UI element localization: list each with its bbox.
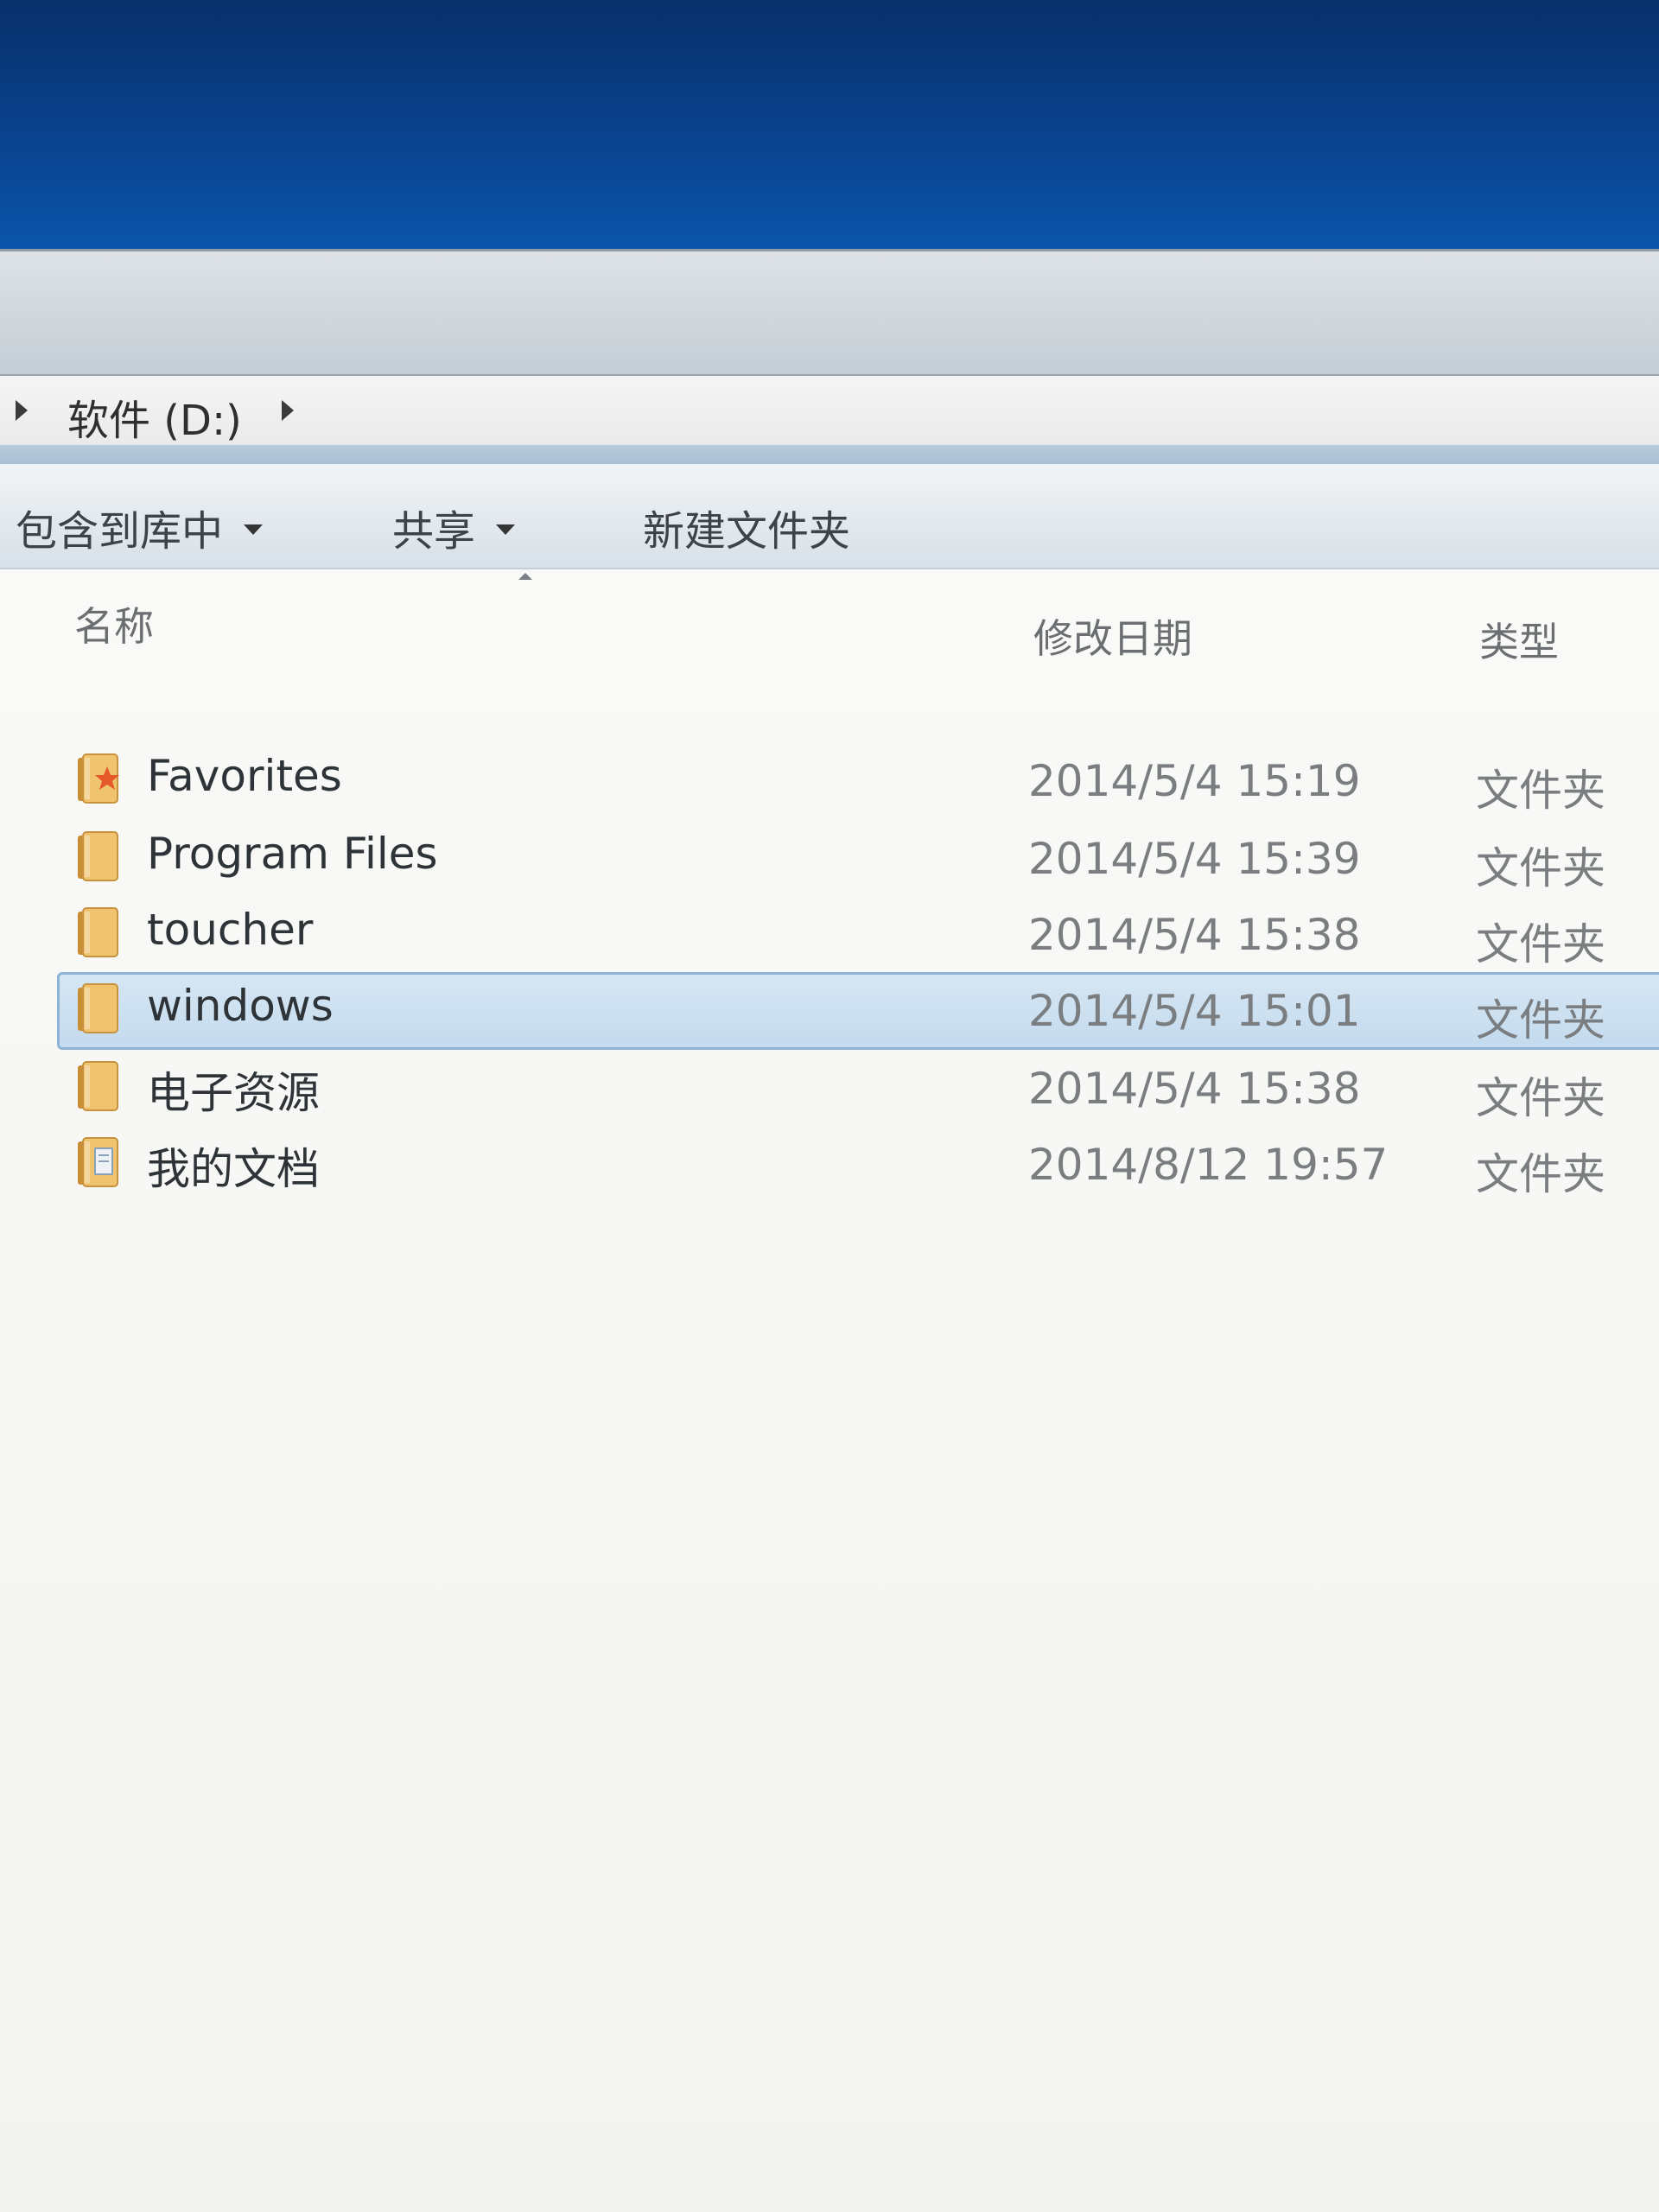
share-label: 共享 (392, 507, 476, 556)
file-type: 文件夹 (1476, 843, 1605, 893)
address-bar-divider (0, 445, 1659, 464)
folder-icon (76, 1060, 123, 1112)
file-modified-date: 2014/5/4 15:39 (1028, 834, 1361, 884)
file-modified-date: 2014/5/4 15:38 (1028, 910, 1361, 960)
file-name: 电子资源 (147, 1068, 320, 1118)
desktop-background (0, 0, 1659, 259)
include-in-library-button[interactable]: 包含到库中 (16, 497, 264, 557)
file-list-row[interactable]: windows 2014/5/4 15:01 文件夹 (0, 972, 1659, 1050)
file-type: 文件夹 (1476, 995, 1605, 1046)
file-name: toucher (147, 905, 314, 955)
folder-icon (76, 1136, 123, 1188)
file-type: 文件夹 (1476, 1149, 1605, 1199)
file-modified-date: 2014/8/12 19:57 (1028, 1140, 1389, 1190)
new-folder-button[interactable]: 新建文件夹 (643, 497, 850, 557)
file-list-row[interactable]: 电子资源 2014/5/4 15:38 文件夹 (0, 1050, 1659, 1126)
file-type: 文件夹 (1476, 1073, 1605, 1123)
chevron-down-icon (496, 524, 516, 535)
chevron-down-icon (244, 524, 264, 535)
file-list: 名称 修改日期 类型 Favorites 2014/5/4 15:19 文件夹 Pro… (0, 569, 1659, 2212)
command-toolbar: 包含到库中 共享 新建文件夹 (0, 464, 1659, 569)
folder-icon (76, 830, 123, 882)
column-header-modified[interactable]: 修改日期 (1033, 607, 1192, 664)
file-name: Program Files (147, 829, 438, 879)
file-modified-date: 2014/5/4 15:38 (1028, 1064, 1361, 1114)
window-titlebar[interactable] (0, 249, 1659, 381)
address-bar[interactable]: 软件 (D:) (0, 374, 1659, 447)
file-modified-date: 2014/5/4 15:01 (1028, 986, 1361, 1036)
share-button[interactable]: 共享 (392, 497, 516, 557)
column-header-type[interactable]: 类型 (1479, 611, 1559, 668)
folder-icon (76, 753, 123, 804)
breadcrumb-root-arrow-icon[interactable] (16, 400, 28, 421)
new-folder-label: 新建文件夹 (643, 507, 851, 556)
file-list-row[interactable]: toucher 2014/5/4 15:38 文件夹 (0, 896, 1659, 972)
file-name: 我的文档 (147, 1144, 320, 1194)
file-list-row[interactable]: Favorites 2014/5/4 15:19 文件夹 (0, 742, 1659, 818)
file-type: 文件夹 (1476, 766, 1605, 816)
column-header-name[interactable]: 名称 (74, 595, 154, 652)
sort-indicator-icon (518, 573, 532, 580)
file-name: Favorites (147, 751, 342, 801)
file-name: windows (147, 981, 334, 1031)
file-list-row[interactable]: Program Files 2014/5/4 15:39 文件夹 (0, 820, 1659, 896)
include-in-library-label: 包含到库中 (16, 507, 224, 556)
folder-icon (76, 906, 123, 958)
folder-icon (76, 982, 123, 1034)
file-list-row[interactable]: 我的文档 2014/8/12 19:57 文件夹 (0, 1126, 1659, 1202)
breadcrumb-location[interactable]: 软件 (D:) (67, 386, 242, 447)
file-type: 文件夹 (1476, 919, 1605, 969)
explorer-window: 软件 (D:) 包含到库中 共享 新建文件夹 名称 修改日期 类型 Favori… (0, 249, 1659, 2212)
file-modified-date: 2014/5/4 15:19 (1028, 756, 1361, 806)
breadcrumb-next-arrow-icon[interactable] (282, 400, 294, 421)
